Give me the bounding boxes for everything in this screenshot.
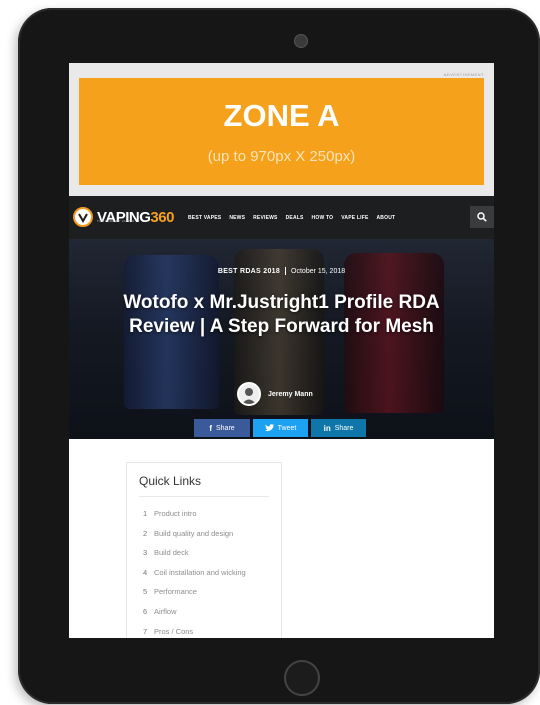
search-button[interactable]	[470, 206, 494, 228]
nav-item-deals[interactable]: DEALS	[286, 215, 304, 221]
quick-link-item[interactable]: 1 Product intro	[143, 509, 246, 529]
quick-links-divider	[139, 496, 269, 497]
ad-label: ADVERTISEMENT	[443, 72, 484, 77]
author-name[interactable]: Jeremy Mann	[268, 391, 313, 398]
nav-menu: BEST VAPES NEWS REVIEWS DEALS HOW TO VAP…	[188, 196, 395, 239]
facebook-share-button[interactable]: f Share	[194, 419, 250, 437]
twitter-icon	[264, 424, 274, 432]
nav-item-news[interactable]: NEWS	[229, 215, 245, 221]
site-logo[interactable]: VAPING360	[73, 206, 174, 228]
linkedin-icon: in	[323, 423, 331, 433]
nav-item-best-vapes[interactable]: BEST VAPES	[188, 215, 221, 221]
share-bar: f Share Tweet in Share	[194, 419, 366, 437]
twitter-share-button[interactable]: Tweet	[253, 419, 308, 437]
quick-link-item[interactable]: 2 Build quality and design	[143, 529, 246, 549]
article-author[interactable]: Jeremy Mann	[237, 382, 313, 406]
article-title: Wotofo x Mr.Justright1 Profile RDA Revie…	[123, 292, 440, 337]
ad-title: ZONE A	[223, 98, 340, 133]
twitter-share-label: Tweet	[277, 424, 297, 432]
ad-banner: ADVERTISEMENT ZONE A (up to 970px X 250p…	[69, 63, 494, 196]
nav-item-vape-life[interactable]: VAPE LIFE	[341, 215, 368, 221]
tablet-screen: ADVERTISEMENT ZONE A (up to 970px X 250p…	[69, 63, 494, 638]
linkedin-share-label: Share	[334, 424, 354, 432]
search-icon	[477, 212, 487, 222]
facebook-share-label: Share	[215, 424, 235, 432]
linkedin-share-button[interactable]: in Share	[311, 419, 366, 437]
quick-links-box: Quick Links 1 Product intro 2 Build qualit…	[126, 462, 282, 638]
home-button[interactable]	[284, 660, 320, 696]
quick-link-item[interactable]: 5 Performance	[143, 587, 246, 607]
author-avatar	[237, 382, 261, 406]
quick-link-item[interactable]: 6 Airflow	[143, 607, 246, 627]
logo-tagline: THE PURE OF VAPING	[97, 219, 135, 223]
quick-link-item[interactable]: 7 Pros / Cons	[143, 627, 246, 638]
facebook-icon: f	[209, 423, 212, 433]
nav-item-about[interactable]: ABOUT	[377, 215, 396, 221]
ad-zone[interactable]: ZONE A (up to 970px X 250px)	[79, 78, 484, 185]
article-date: October 15, 2018	[291, 267, 346, 275]
article-category[interactable]: BEST RDAS 2018	[218, 268, 280, 275]
quick-link-item[interactable]: 4 Coil installation and wicking	[143, 568, 246, 588]
logo-icon	[73, 207, 93, 227]
quick-link-item[interactable]: 3 Build deck	[143, 548, 246, 568]
nav-item-how-to[interactable]: HOW TO	[312, 215, 334, 221]
quick-links-title: Quick Links	[139, 474, 202, 488]
tablet-camera	[294, 34, 308, 48]
ad-subtitle: (up to 970px X 250px)	[207, 148, 356, 165]
article-meta: BEST RDAS 2018 October 15, 2018	[69, 267, 494, 275]
article-hero: BEST RDAS 2018 October 15, 2018 Wotofo x …	[69, 239, 494, 439]
meta-separator	[285, 267, 287, 275]
quick-links-list: 1 Product intro 2 Build quality and design…	[143, 509, 246, 638]
site-navbar: VAPING360 THE PURE OF VAPING BEST VAPES …	[69, 196, 494, 239]
nav-item-reviews[interactable]: REVIEWS	[253, 215, 277, 221]
